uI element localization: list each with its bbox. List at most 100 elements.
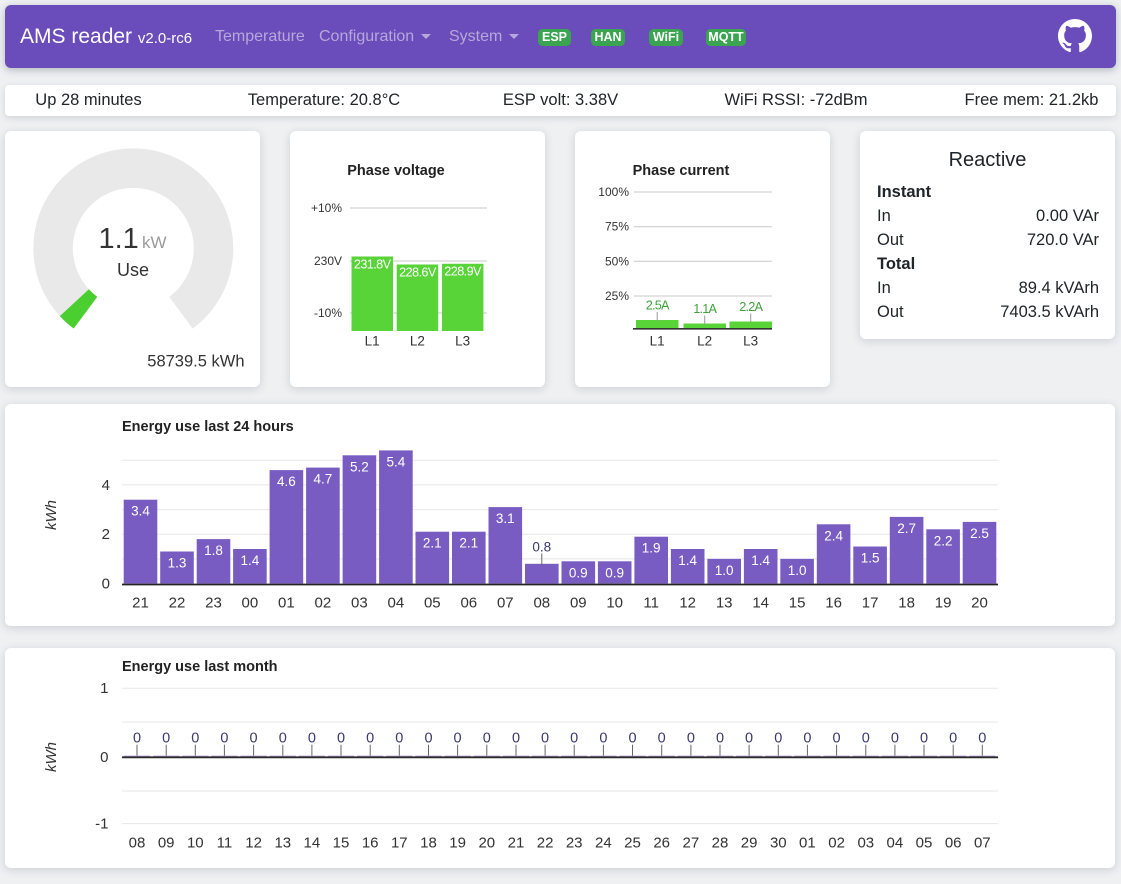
svg-text:16: 16 — [825, 595, 842, 612]
svg-text:23: 23 — [566, 835, 583, 852]
svg-text:0: 0 — [483, 731, 491, 747]
svg-text:20: 20 — [478, 835, 495, 852]
svg-text:4.6: 4.6 — [277, 474, 296, 489]
svg-text:0: 0 — [191, 731, 199, 747]
svg-text:0: 0 — [978, 731, 986, 747]
svg-text:11: 11 — [217, 835, 233, 852]
svg-text:0: 0 — [541, 731, 549, 747]
svg-text:1.8: 1.8 — [204, 543, 223, 558]
svg-text:1.1: 1.1 — [99, 223, 139, 255]
svg-text:26: 26 — [653, 835, 670, 852]
svg-text:0: 0 — [395, 731, 403, 747]
svg-text:07: 07 — [974, 835, 991, 852]
svg-text:4.7: 4.7 — [314, 472, 333, 487]
svg-text:1.0: 1.0 — [788, 563, 807, 578]
svg-text:25: 25 — [624, 835, 641, 852]
svg-text:2.2A: 2.2A — [739, 300, 763, 314]
svg-text:18: 18 — [898, 595, 915, 612]
svg-text:1.3: 1.3 — [168, 556, 187, 571]
svg-text:10: 10 — [187, 835, 204, 852]
svg-text:0.9: 0.9 — [605, 565, 624, 580]
svg-text:L3: L3 — [743, 334, 758, 349]
svg-text:04: 04 — [887, 835, 904, 852]
svg-text:5.2: 5.2 — [350, 459, 369, 474]
svg-text:03: 03 — [351, 595, 368, 612]
svg-text:2.1: 2.1 — [423, 536, 442, 551]
svg-text:03: 03 — [857, 835, 874, 852]
svg-text:0: 0 — [308, 731, 316, 747]
svg-text:19: 19 — [935, 595, 952, 612]
svg-text:08: 08 — [129, 835, 146, 852]
svg-text:0: 0 — [454, 731, 462, 747]
svg-text:Use: Use — [117, 260, 149, 280]
svg-text:0: 0 — [862, 731, 870, 747]
svg-text:1.1A: 1.1A — [693, 302, 717, 316]
svg-text:228.6V: 228.6V — [399, 265, 437, 279]
svg-text:0: 0 — [424, 731, 432, 747]
svg-text:12: 12 — [245, 835, 262, 852]
svg-text:kW: kW — [142, 233, 167, 252]
svg-text:1.5: 1.5 — [861, 551, 880, 566]
svg-text:27: 27 — [683, 835, 700, 852]
svg-text:13: 13 — [274, 835, 291, 852]
svg-text:1.0: 1.0 — [715, 563, 734, 578]
svg-text:28: 28 — [712, 835, 729, 852]
svg-text:30: 30 — [770, 835, 787, 852]
svg-text:L3: L3 — [455, 334, 470, 349]
svg-text:50%: 50% — [605, 254, 629, 268]
svg-text:2.5A: 2.5A — [646, 299, 670, 313]
svg-text:0: 0 — [337, 731, 345, 747]
svg-text:10: 10 — [606, 595, 623, 612]
svg-text:0: 0 — [512, 731, 520, 747]
svg-text:3.1: 3.1 — [496, 511, 515, 526]
svg-text:1.4: 1.4 — [678, 553, 697, 568]
svg-text:29: 29 — [741, 835, 758, 852]
svg-text:01: 01 — [799, 835, 816, 852]
svg-text:01: 01 — [278, 595, 295, 612]
svg-text:04: 04 — [388, 595, 405, 612]
svg-text:15: 15 — [333, 835, 350, 852]
svg-text:L2: L2 — [410, 334, 425, 349]
svg-text:0: 0 — [920, 731, 928, 747]
svg-text:2.2: 2.2 — [934, 533, 953, 548]
svg-text:L1: L1 — [650, 334, 665, 349]
svg-text:1.4: 1.4 — [241, 553, 260, 568]
svg-text:00: 00 — [242, 595, 259, 612]
svg-text:14: 14 — [304, 835, 321, 852]
svg-text:kWh: kWh — [43, 500, 60, 530]
svg-text:0: 0 — [716, 731, 724, 747]
svg-text:02: 02 — [828, 835, 845, 852]
svg-text:0: 0 — [366, 731, 374, 747]
svg-text:0.9: 0.9 — [569, 565, 588, 580]
svg-text:0: 0 — [220, 731, 228, 747]
svg-text:0: 0 — [100, 749, 108, 766]
svg-text:14: 14 — [752, 595, 769, 612]
svg-text:58739.5 kWh: 58739.5 kWh — [147, 353, 244, 371]
svg-text:2.1: 2.1 — [459, 536, 478, 551]
svg-text:L2: L2 — [697, 334, 712, 349]
svg-text:1.9: 1.9 — [642, 541, 661, 556]
svg-text:1: 1 — [100, 680, 108, 697]
svg-text:0: 0 — [745, 731, 753, 747]
svg-text:0: 0 — [891, 731, 899, 747]
svg-text:2.7: 2.7 — [897, 521, 916, 536]
svg-text:24: 24 — [595, 835, 612, 852]
svg-text:0.8: 0.8 — [532, 540, 551, 555]
svg-text:23: 23 — [205, 595, 222, 612]
svg-text:25%: 25% — [605, 289, 629, 303]
svg-text:0: 0 — [102, 576, 110, 593]
svg-text:0: 0 — [628, 731, 636, 747]
svg-text:-10%: -10% — [314, 306, 342, 320]
svg-text:07: 07 — [497, 595, 514, 612]
svg-text:231.8V: 231.8V — [354, 257, 392, 271]
svg-text:0: 0 — [949, 731, 957, 747]
svg-text:2.5: 2.5 — [970, 526, 989, 541]
svg-text:5.4: 5.4 — [387, 454, 406, 469]
svg-text:100%: 100% — [598, 185, 629, 199]
svg-text:08: 08 — [533, 595, 550, 612]
svg-text:Energy use last 24 hours: Energy use last 24 hours — [122, 419, 294, 435]
svg-text:21: 21 — [508, 835, 525, 852]
svg-text:21: 21 — [132, 595, 149, 612]
svg-text:0: 0 — [162, 731, 170, 747]
svg-text:11: 11 — [643, 595, 659, 612]
